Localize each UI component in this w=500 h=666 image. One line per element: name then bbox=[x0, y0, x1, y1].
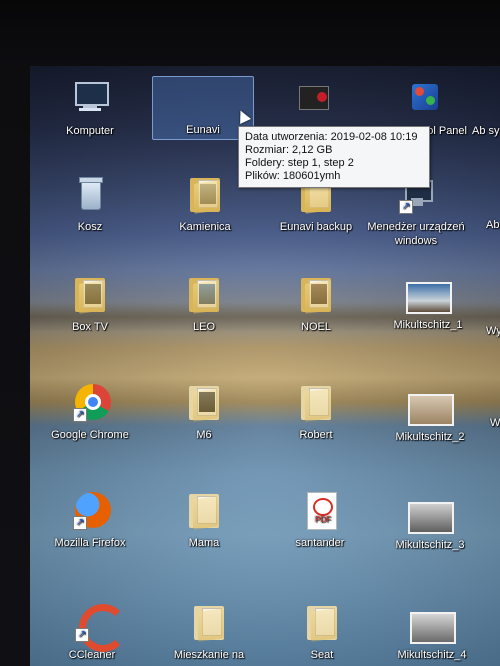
icon-label: Mikultschitz_4 bbox=[397, 649, 467, 661]
icon-label: Ab bbox=[486, 219, 500, 231]
desktop-icon-mikultschitz-3[interactable]: Mikultschitz_3 bbox=[380, 502, 480, 552]
desktop-icon-komputer[interactable]: Komputer bbox=[40, 78, 140, 138]
computer-icon bbox=[73, 78, 109, 118]
desktop-icon-robert[interactable]: Robert bbox=[266, 382, 366, 442]
media-icon bbox=[295, 78, 329, 118]
icon-label: Mama bbox=[188, 537, 220, 549]
icon-label: NOEL bbox=[301, 321, 331, 333]
desktop-icon-box-tv[interactable]: Box TV bbox=[40, 274, 140, 334]
desktop-icon-mikultschitz-2[interactable]: Mikultschitz_2 bbox=[380, 394, 480, 444]
desktop-icon-noel[interactable]: NOEL bbox=[266, 274, 366, 334]
desktop-icon-santander[interactable]: PDF santander bbox=[270, 490, 370, 550]
icon-label: Ab sys bbox=[472, 125, 500, 137]
icon-label: Eunavi backup bbox=[279, 221, 353, 233]
desktop-icon-mama[interactable]: Mama bbox=[154, 490, 254, 550]
folder-icon bbox=[187, 274, 221, 314]
desktop-icon-media[interactable] bbox=[262, 78, 362, 124]
desktop-icon-mikultschitz-4[interactable]: Mikultschitz_4 bbox=[382, 612, 482, 662]
desktop-icon-partial-right-1[interactable]: Ab sys bbox=[472, 124, 500, 138]
image-icon bbox=[406, 282, 452, 314]
icon-label: Kosz bbox=[77, 221, 103, 233]
folder-icon bbox=[187, 490, 221, 530]
desktop-icon-partial-right-3[interactable]: Wy bbox=[486, 324, 500, 338]
icon-label: Seat bbox=[310, 649, 334, 661]
folder-icon bbox=[299, 274, 333, 314]
desktop-icon-leo[interactable]: LEO bbox=[154, 274, 254, 334]
desktop-icon-m6[interactable]: M6 bbox=[154, 382, 254, 442]
desktop-icon-seat[interactable]: Seat bbox=[272, 602, 372, 662]
folder-icon bbox=[73, 274, 107, 314]
desktop-icon-partial-right-4[interactable]: W bbox=[490, 416, 500, 430]
firefox-icon: ↗ bbox=[73, 490, 111, 530]
ccleaner-icon: ↗ bbox=[75, 602, 127, 652]
icon-label: Google Chrome bbox=[51, 429, 129, 441]
control-panel-icon bbox=[408, 78, 442, 118]
icon-label: Mikultschitz_1 bbox=[393, 319, 463, 331]
image-icon bbox=[410, 612, 456, 644]
desktop-icon-ccleaner[interactable]: ↗ CCleaner bbox=[38, 602, 146, 662]
tooltip-files: Plików: 180601ymh bbox=[245, 170, 341, 182]
folder-icon bbox=[192, 602, 226, 642]
icon-label: Wy bbox=[486, 325, 500, 337]
shortcut-arrow-icon: ↗ bbox=[73, 408, 87, 422]
shortcut-arrow-icon: ↗ bbox=[75, 628, 89, 642]
icon-label: Robert bbox=[299, 429, 333, 441]
icon-label: W bbox=[490, 417, 500, 429]
windows-desktop: Komputer Eunavi ol Panel Ab sys Kosz bbox=[30, 66, 500, 666]
desktop-icon-kosz[interactable]: Kosz bbox=[40, 174, 140, 234]
icon-label: Box TV bbox=[72, 321, 108, 333]
icon-label: Komputer bbox=[66, 125, 114, 137]
image-icon bbox=[408, 502, 454, 534]
icon-label: Mozilla Firefox bbox=[54, 537, 126, 549]
icon-label: santander bbox=[295, 537, 345, 549]
tooltip-created-date: Data utworzenia: 2019-02-08 10:19 bbox=[245, 131, 418, 143]
desktop-icon-partial-right-2[interactable]: Ab bbox=[486, 218, 500, 232]
icon-label: M6 bbox=[196, 429, 212, 441]
folder-icon bbox=[187, 382, 221, 422]
shortcut-arrow-icon: ↗ bbox=[399, 200, 413, 214]
desktop-icon-mozilla-firefox[interactable]: ↗ Mozilla Firefox bbox=[36, 490, 144, 550]
folder-icon bbox=[188, 174, 222, 214]
icon-label: CCleaner bbox=[68, 649, 116, 661]
icon-label: Kamienica bbox=[179, 221, 231, 233]
folder-tooltip: Data utworzenia: 2019-02-08 10:19 Rozmia… bbox=[238, 126, 430, 188]
chrome-icon: ↗ bbox=[73, 382, 111, 422]
icon-label: Menedżer urządzeń windows bbox=[367, 221, 465, 247]
recycle-bin-icon bbox=[73, 174, 107, 214]
desktop-icon-mikultschitz-1[interactable]: Mikultschitz_1 bbox=[378, 282, 478, 332]
folder-icon bbox=[305, 602, 339, 642]
icon-label: Mikultschitz_3 bbox=[395, 539, 465, 551]
desktop-icon-google-chrome[interactable]: ↗ Google Chrome bbox=[38, 382, 142, 442]
folder-icon bbox=[299, 382, 333, 422]
icon-label: LEO bbox=[192, 321, 215, 333]
icon-label: Mikultschitz_2 bbox=[395, 431, 465, 443]
pdf-icon: PDF bbox=[303, 490, 337, 530]
tooltip-size: Rozmiar: 2,12 GB bbox=[245, 144, 333, 156]
desktop-icon-mieszkanie-na[interactable]: Mieszkanie na bbox=[154, 602, 264, 662]
icon-label: Mieszkanie na bbox=[173, 649, 245, 661]
tooltip-folders: Foldery: step 1, step 2 bbox=[245, 157, 354, 169]
image-icon bbox=[408, 394, 454, 426]
folder-icon bbox=[186, 77, 220, 117]
shortcut-arrow-icon: ↗ bbox=[73, 516, 87, 530]
